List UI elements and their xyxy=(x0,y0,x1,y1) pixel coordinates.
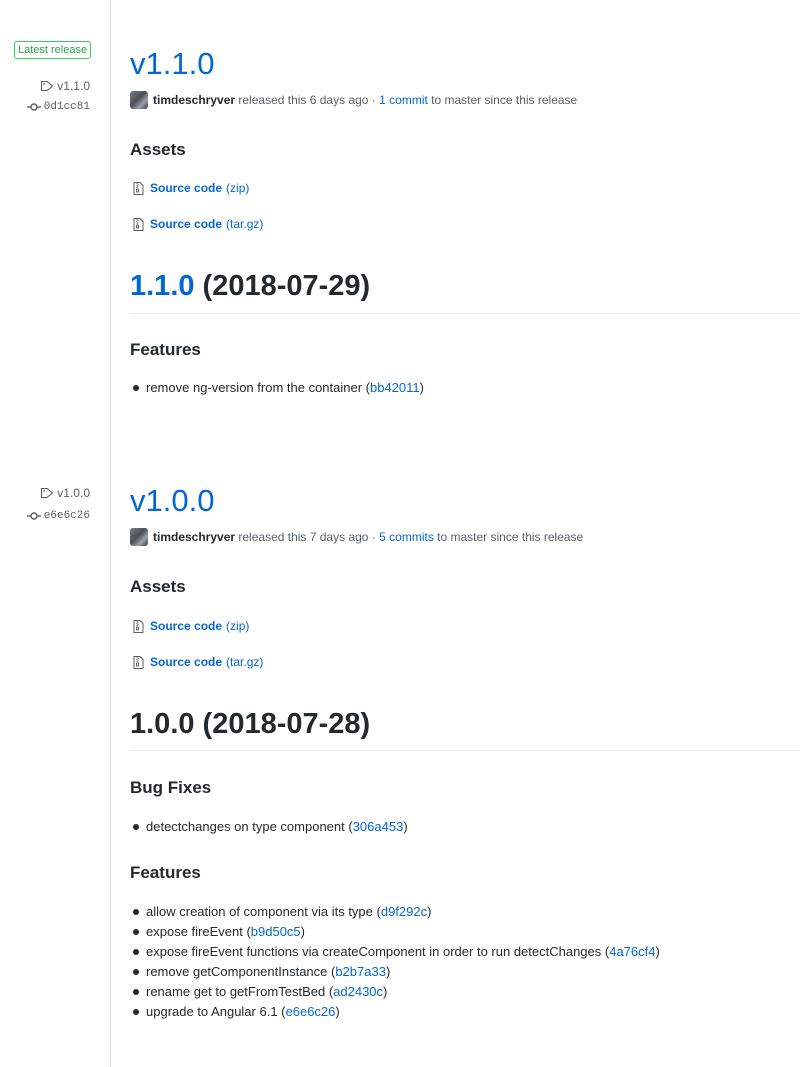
asset-source-targz[interactable]: Source code (tar.gz) xyxy=(133,655,263,669)
assets-heading: Assets xyxy=(130,577,186,596)
item-text: remove ng-version from the container ( xyxy=(146,380,370,395)
commits-since-link[interactable]: 5 commits xyxy=(379,530,434,544)
git-commit-icon xyxy=(26,511,41,521)
asset-label: Source code xyxy=(150,217,223,231)
asset-ext: (tar.gz) xyxy=(226,655,264,669)
item-text: detectchanges on type component ( xyxy=(146,819,353,834)
commit-hash-link[interactable]: e6e6c26 xyxy=(286,1004,336,1019)
file-zip-icon xyxy=(133,619,144,633)
latest-release-badge: Latest release xyxy=(14,41,92,59)
avatar[interactable] xyxy=(130,91,148,109)
item-text: allow creation of component via its type… xyxy=(146,904,381,919)
item-close: ) xyxy=(385,964,391,979)
asset-label: Source code xyxy=(150,655,223,669)
asset-source-targz[interactable]: Source code (tar.gz) xyxy=(133,217,263,231)
item-close: ) xyxy=(403,819,408,834)
features-list: allow creation of component via its type… xyxy=(130,902,800,1022)
commit-hash-link[interactable]: 4a76cf4 xyxy=(609,944,655,959)
author-link[interactable]: timdeschryver xyxy=(153,530,235,544)
list-item: remove getComponentInstance (b2b7a33) xyxy=(130,962,800,982)
release-meta: timdeschryver released this 6 days ago ·… xyxy=(130,91,577,109)
asset-ext: (zip) xyxy=(226,181,250,195)
item-text: rename get to getFromTestBed ( xyxy=(146,984,334,999)
release-commit-sha: e6e6c26 xyxy=(43,510,90,522)
bug-fixes-list: detectchanges on type component (306a453… xyxy=(130,817,800,837)
commit-hash-link[interactable]: ad2430c xyxy=(333,984,383,999)
file-zip-icon xyxy=(133,217,144,231)
release-tag-label: v1.1.0 xyxy=(57,79,90,93)
release-commit-link[interactable]: e6e6c26 xyxy=(26,510,90,522)
commit-hash-link[interactable]: 306a453 xyxy=(353,819,404,834)
released-text: released this 6 days ago · xyxy=(235,93,380,107)
item-close: ) xyxy=(655,944,660,959)
release-meta: timdeschryver released this 7 days ago ·… xyxy=(130,528,583,546)
commit-hash-link[interactable]: b9d50c5 xyxy=(251,924,301,939)
asset-label: Source code xyxy=(150,619,223,633)
item-close: ) xyxy=(419,380,424,395)
release-tag-label: v1.0.0 xyxy=(57,486,90,500)
list-item: allow creation of component via its type… xyxy=(130,902,800,922)
changelog-heading: 1.1.0 (2018-07-29) xyxy=(130,268,370,304)
asset-ext: (zip) xyxy=(226,619,250,633)
item-close: ) xyxy=(300,924,306,939)
changelog-heading: 1.0.0 (2018-07-28) xyxy=(130,708,371,740)
release-tag-link[interactable]: v1.0.0 xyxy=(40,486,90,500)
tag-icon xyxy=(40,487,54,499)
git-commit-icon xyxy=(26,102,41,112)
list-item: expose fireEvent functions via createCom… xyxy=(130,942,800,962)
changelog-date: (2018-07-29) xyxy=(194,270,371,302)
release-title-link[interactable]: v1.0.0 xyxy=(130,483,214,519)
asset-source-zip[interactable]: Source code (zip) xyxy=(133,619,249,633)
item-text: expose fireEvent ( xyxy=(146,924,251,939)
assets-heading: Assets xyxy=(130,140,186,159)
commit-hash-link[interactable]: d9f292c xyxy=(381,904,427,919)
list-item: remove ng-version from the container (bb… xyxy=(130,378,800,398)
section-heading-bug-fixes: Bug Fixes xyxy=(130,778,212,797)
list-item: upgrade to Angular 6.1 (e6e6c26) xyxy=(130,1002,800,1022)
list-item: rename get to getFromTestBed (ad2430c) xyxy=(130,982,800,1002)
item-close: ) xyxy=(335,1004,340,1019)
item-close: ) xyxy=(427,904,432,919)
item-text: expose fireEvent functions via createCom… xyxy=(146,944,610,959)
release-commit-sha: 0d1cc81 xyxy=(43,101,90,113)
commits-since-link[interactable]: 1 commit xyxy=(379,93,428,107)
author-link[interactable]: timdeschryver xyxy=(153,93,235,107)
features-list: remove ng-version from the container (bb… xyxy=(130,378,800,398)
commit-hash-link[interactable]: b2b7a33 xyxy=(335,964,386,979)
section-heading-features: Features xyxy=(130,863,201,882)
release-commit-link[interactable]: 0d1cc81 xyxy=(26,101,90,113)
tag-icon xyxy=(40,80,54,92)
since-release-text: to master since this release xyxy=(433,530,584,544)
file-zip-icon xyxy=(133,655,144,669)
avatar[interactable] xyxy=(130,528,148,546)
section-heading-features: Features xyxy=(130,340,201,359)
asset-source-zip[interactable]: Source code (zip) xyxy=(133,181,249,195)
heading-divider xyxy=(130,313,800,314)
heading-divider xyxy=(130,750,800,751)
list-item: detectchanges on type component (306a453… xyxy=(130,817,800,837)
released-text: released this 7 days ago · xyxy=(235,530,380,544)
item-text: upgrade to Angular 6.1 ( xyxy=(146,1004,286,1019)
item-text: remove getComponentInstance ( xyxy=(146,964,336,979)
release-title-link[interactable]: v1.1.0 xyxy=(130,46,214,82)
commit-hash-link[interactable]: bb42011 xyxy=(370,380,420,395)
release-tag-link[interactable]: v1.1.0 xyxy=(40,79,90,93)
timeline-divider xyxy=(110,0,111,1067)
list-item: expose fireEvent (b9d50c5) xyxy=(130,922,800,942)
changelog-version-link[interactable]: 1.1.0 xyxy=(130,270,195,302)
since-release-text: to master since this release xyxy=(427,93,578,107)
asset-label: Source code xyxy=(150,181,223,195)
asset-ext: (tar.gz) xyxy=(226,217,264,231)
item-close: ) xyxy=(383,984,388,999)
file-zip-icon xyxy=(133,181,144,195)
